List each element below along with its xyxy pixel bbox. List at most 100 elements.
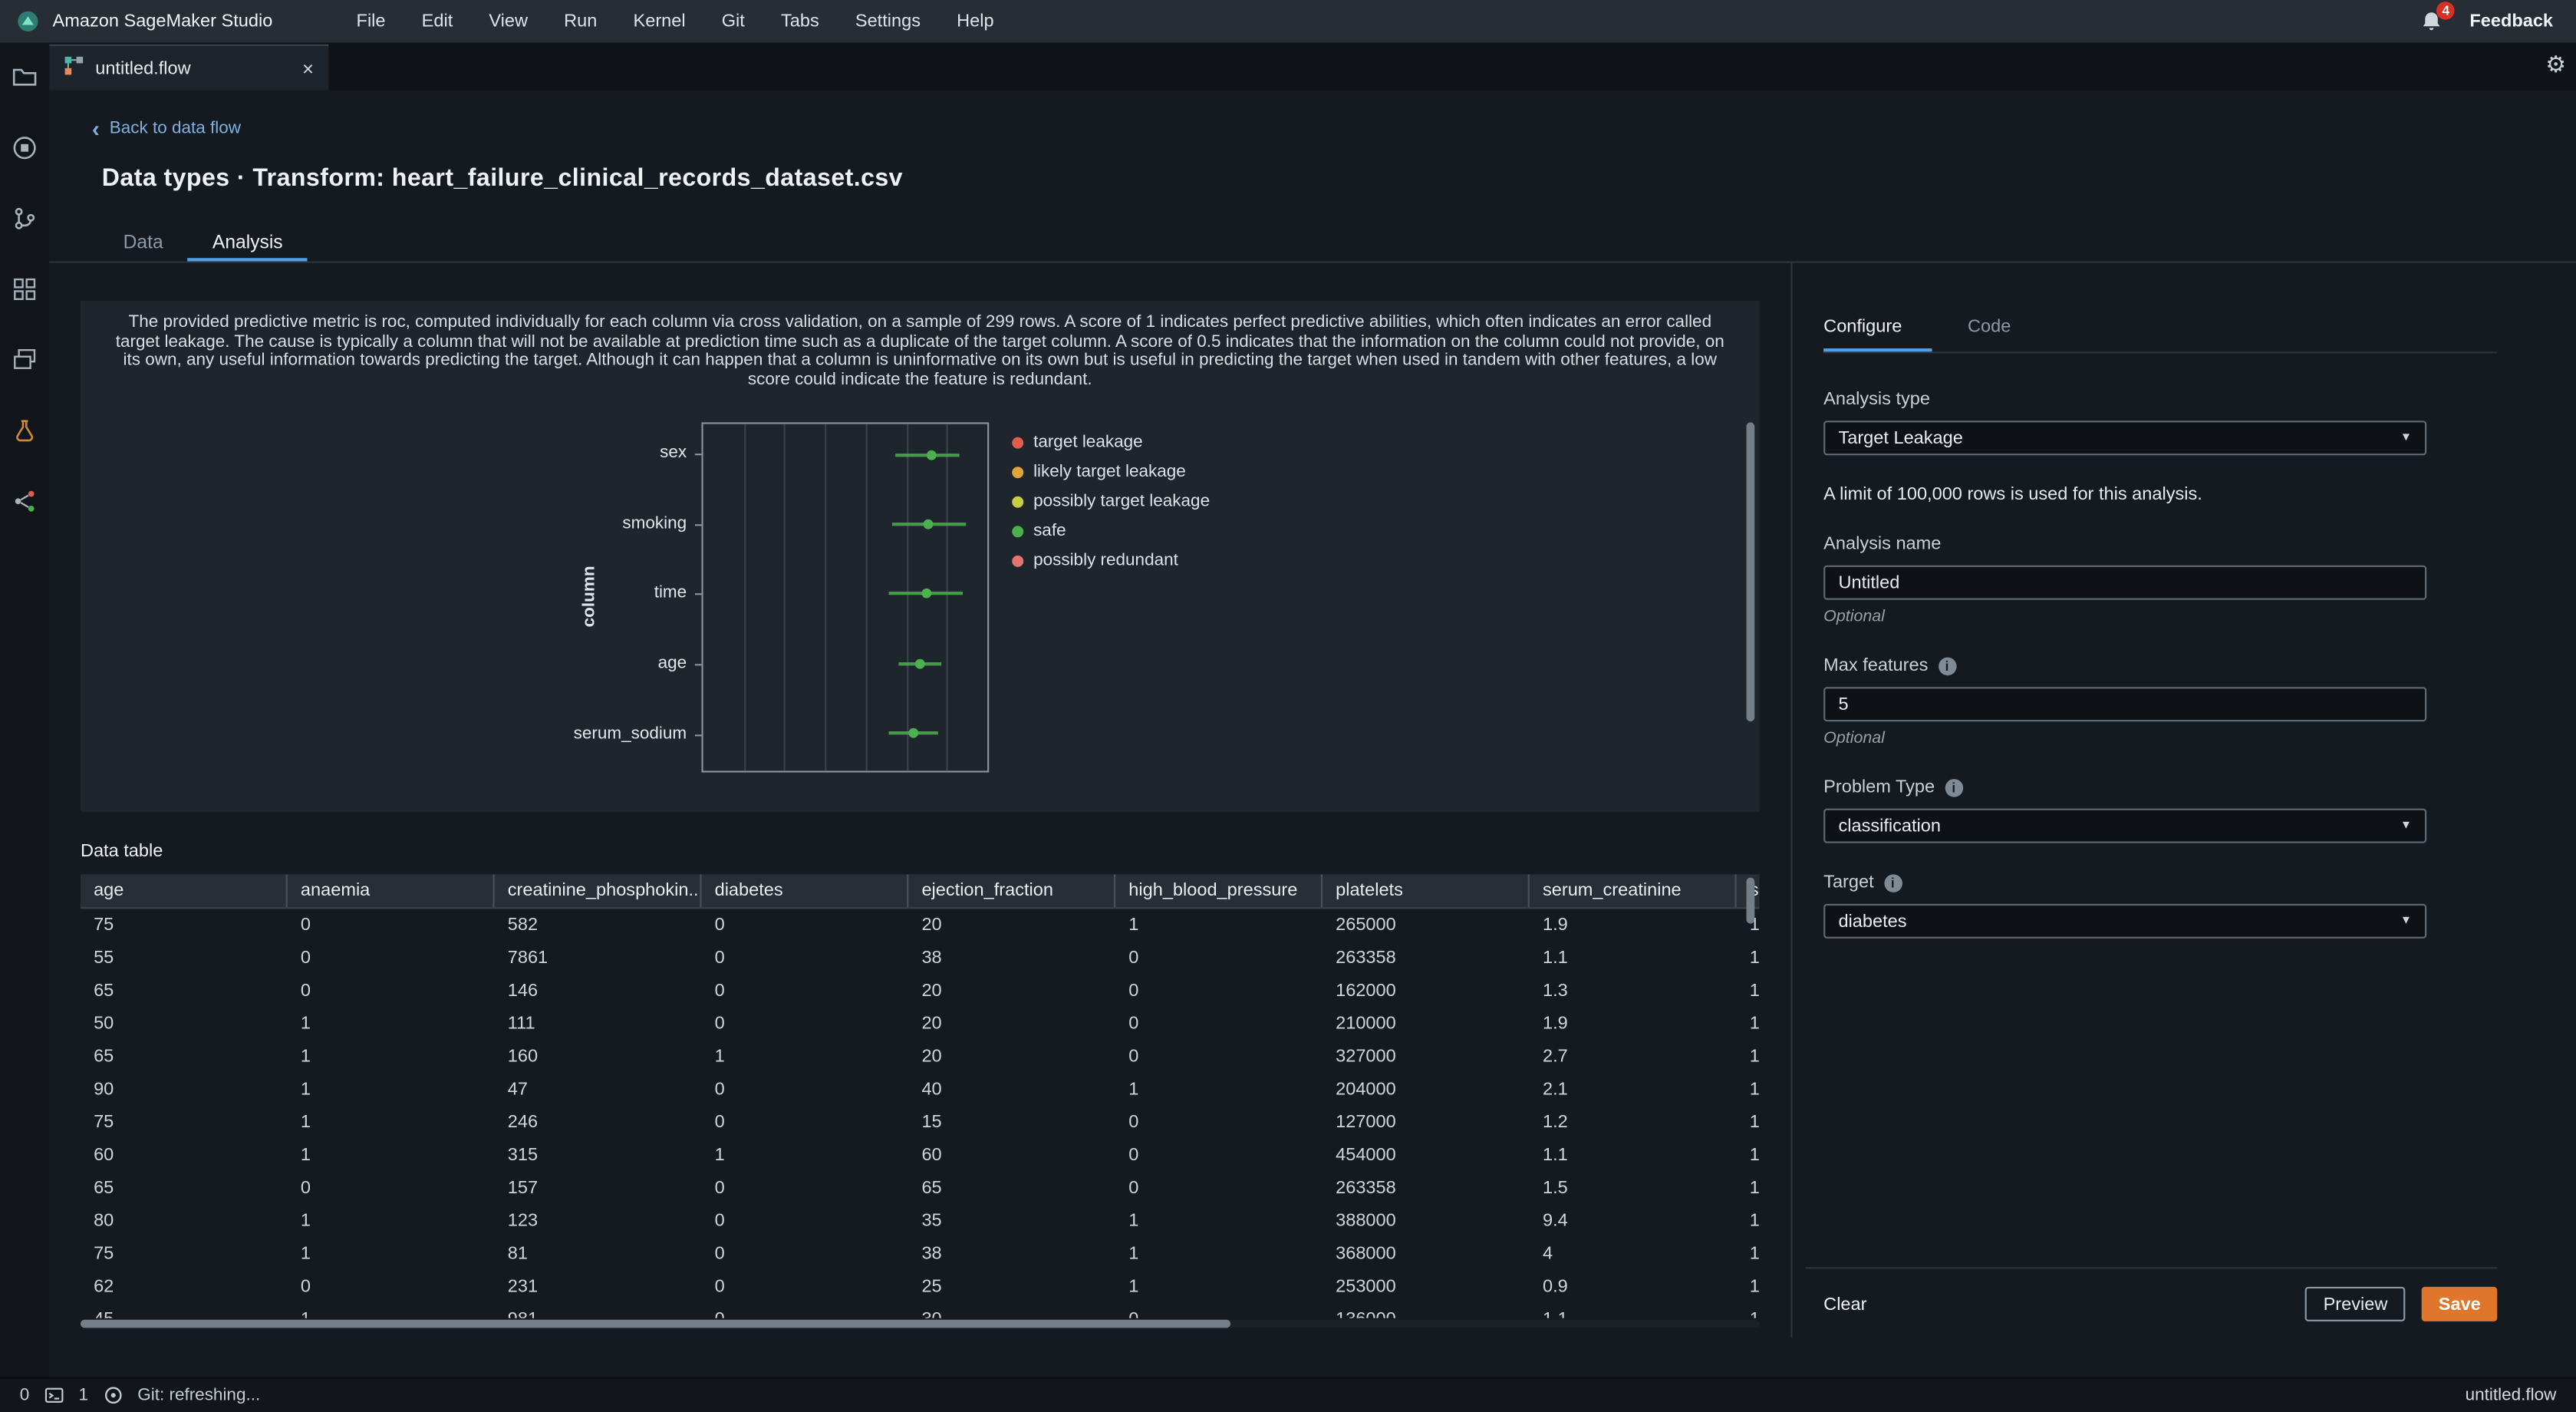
table-cell: 1 — [1749, 1211, 1760, 1232]
doc-tab-untitled-flow[interactable]: untitled.flow × — [49, 44, 329, 91]
table-cell: 38 — [921, 1244, 942, 1264]
info-icon[interactable]: i — [1883, 873, 1902, 892]
table-cell: 127000 — [1336, 1112, 1396, 1133]
table-scrollbar-thumb[interactable] — [1746, 877, 1755, 924]
category-label: time — [654, 582, 687, 603]
table-row[interactable]: 65 1 160 1 20 0 327000 2.7 1 — [81, 1041, 1760, 1074]
open-tabs-icon[interactable] — [12, 347, 38, 373]
feedback-link[interactable]: Feedback — [2469, 12, 2553, 31]
table-row[interactable]: 50 1 111 0 20 0 210000 1.9 1 — [81, 1008, 1760, 1041]
column-header[interactable]: diabetes — [701, 874, 909, 908]
tab-analysis[interactable]: Analysis — [188, 223, 308, 261]
table-row[interactable]: 65 0 157 0 65 0 263358 1.5 1 — [81, 1172, 1760, 1205]
table-cell: 20 — [921, 915, 942, 935]
table-row[interactable]: 75 0 582 0 20 1 265000 1.9 1 — [81, 909, 1760, 942]
table-row[interactable]: 75 1 246 0 15 0 127000 1.2 1 — [81, 1106, 1760, 1139]
menu-run[interactable]: Run — [546, 0, 615, 43]
table-hscroll-thumb[interactable] — [80, 1319, 1231, 1328]
target-select[interactable]: diabetes ▼ — [1823, 903, 2427, 939]
table-row[interactable]: 62 0 231 0 25 1 253000 0.9 1 — [81, 1270, 1760, 1303]
table-row[interactable]: 55 0 7861 0 38 0 263358 1.1 1 — [81, 942, 1760, 975]
gear-icon[interactable]: ⚙ — [2545, 51, 2566, 78]
table-cell: 40 — [921, 1080, 942, 1100]
column-header[interactable]: serum_creatinine — [1530, 874, 1737, 908]
menu-view[interactable]: View — [471, 0, 546, 43]
table-row[interactable]: 90 1 47 0 40 1 204000 2.1 1 — [81, 1073, 1760, 1106]
config-tab-configure[interactable]: Configure — [1823, 309, 1932, 352]
table-cell: 20 — [921, 981, 942, 1001]
data-point — [927, 450, 937, 460]
table-row[interactable]: 80 1 123 0 35 1 388000 9.4 1 — [81, 1205, 1760, 1238]
clear-button[interactable]: Clear — [1806, 1287, 1883, 1321]
notification-badge: 4 — [2436, 2, 2456, 20]
table-horizontal-scrollbar[interactable] — [80, 1319, 1760, 1328]
info-icon[interactable]: i — [1944, 778, 1963, 797]
table-cell: 1 — [1128, 1277, 1139, 1297]
gridline — [743, 424, 746, 771]
table-cell: 90 — [94, 1080, 114, 1100]
git-status[interactable]: Git: refreshing... — [137, 1385, 260, 1405]
running-sessions-icon[interactable] — [12, 135, 38, 161]
menu-tabs[interactable]: Tabs — [763, 0, 837, 43]
config-tab-code[interactable]: Code — [1968, 309, 2041, 352]
kernel-status-icon[interactable] — [103, 1385, 123, 1405]
tab-data[interactable]: Data — [98, 223, 187, 261]
menu-file[interactable]: File — [338, 0, 404, 43]
config-tabs: Configure Code — [1823, 309, 2498, 354]
menu-git[interactable]: Git — [703, 0, 763, 43]
left-sidebar — [0, 42, 50, 1377]
data-wrangler-graph-icon[interactable] — [12, 488, 38, 514]
panel-scrollbar-thumb[interactable] — [1746, 422, 1755, 722]
table-cell: 0 — [714, 1112, 725, 1133]
info-icon[interactable]: i — [1938, 656, 1956, 675]
file-browser-icon[interactable] — [12, 64, 38, 91]
table-cell: 1 — [1749, 1244, 1760, 1264]
column-header[interactable]: high_blood_pressure — [1115, 874, 1323, 908]
terminals-count[interactable]: 0 — [20, 1385, 30, 1405]
terminal-icon[interactable] — [44, 1385, 64, 1405]
table-row[interactable]: 75 1 81 0 38 1 368000 4 1 — [81, 1238, 1760, 1271]
analysis-type-select[interactable]: Target Leakage ▼ — [1823, 421, 2427, 456]
save-button[interactable]: Save — [2422, 1286, 2498, 1321]
column-header[interactable]: ejection_fraction — [908, 874, 1116, 908]
column-header[interactable]: platelets — [1323, 874, 1530, 908]
kernels-count[interactable]: 1 — [78, 1385, 88, 1405]
config-footer: Clear Preview Save — [1805, 1267, 2498, 1321]
table-cell: 582 — [507, 915, 539, 935]
column-header[interactable]: anaemia — [288, 874, 495, 908]
table-cell: 15 — [921, 1112, 942, 1133]
close-icon[interactable]: × — [302, 58, 314, 78]
extensions-icon[interactable] — [12, 276, 38, 302]
menu-help[interactable]: Help — [939, 0, 1013, 43]
table-cell: 1 — [1749, 1112, 1760, 1133]
preview-button[interactable]: Preview — [2305, 1286, 2406, 1321]
table-row[interactable]: 60 1 315 1 60 0 454000 1.1 1 — [81, 1139, 1760, 1172]
top-menu-bar: Amazon SageMaker Studio File Edit View Run K… — [0, 0, 2576, 43]
table-row[interactable]: 65 0 146 0 20 0 162000 1.3 1 — [81, 975, 1760, 1008]
page-tabs: Data Analysis — [98, 223, 2576, 261]
table-cell: 263358 — [1336, 1178, 1396, 1199]
table-cell: 0 — [714, 1080, 725, 1100]
back-to-data-flow-link[interactable]: ‹ Back to data flow — [92, 117, 241, 140]
legend-dot-icon — [1012, 554, 1024, 566]
notifications-bell-icon[interactable]: 4 — [2420, 2, 2456, 33]
table-cell: 1 — [1749, 948, 1760, 968]
max-features-input[interactable] — [1823, 687, 2427, 722]
experiments-flask-icon[interactable] — [12, 417, 38, 444]
problem-type-select[interactable]: classification ▼ — [1823, 808, 2427, 843]
table-cell: 1 — [1749, 1047, 1760, 1067]
column-header[interactable]: age — [81, 874, 288, 908]
column-header[interactable]: creatinine_phosphokin... — [495, 874, 702, 908]
doc-tab-label: untitled.flow — [95, 58, 191, 78]
legend-item: likely target leakage — [1012, 462, 1390, 481]
menu-kernel[interactable]: Kernel — [615, 0, 703, 43]
analysis-section: The provided predictive metric is roc, c… — [49, 263, 1790, 1338]
analysis-name-input[interactable] — [1823, 565, 2427, 600]
menu-edit[interactable]: Edit — [404, 0, 471, 43]
target-value: diabetes — [1838, 911, 1907, 932]
git-icon[interactable] — [12, 206, 38, 232]
table-cell: 0 — [714, 948, 725, 968]
menu-settings[interactable]: Settings — [837, 0, 938, 43]
table-row[interactable]: 45198103001360001.11 — [81, 1303, 1760, 1318]
table-cell: 4 — [1542, 1244, 1553, 1264]
